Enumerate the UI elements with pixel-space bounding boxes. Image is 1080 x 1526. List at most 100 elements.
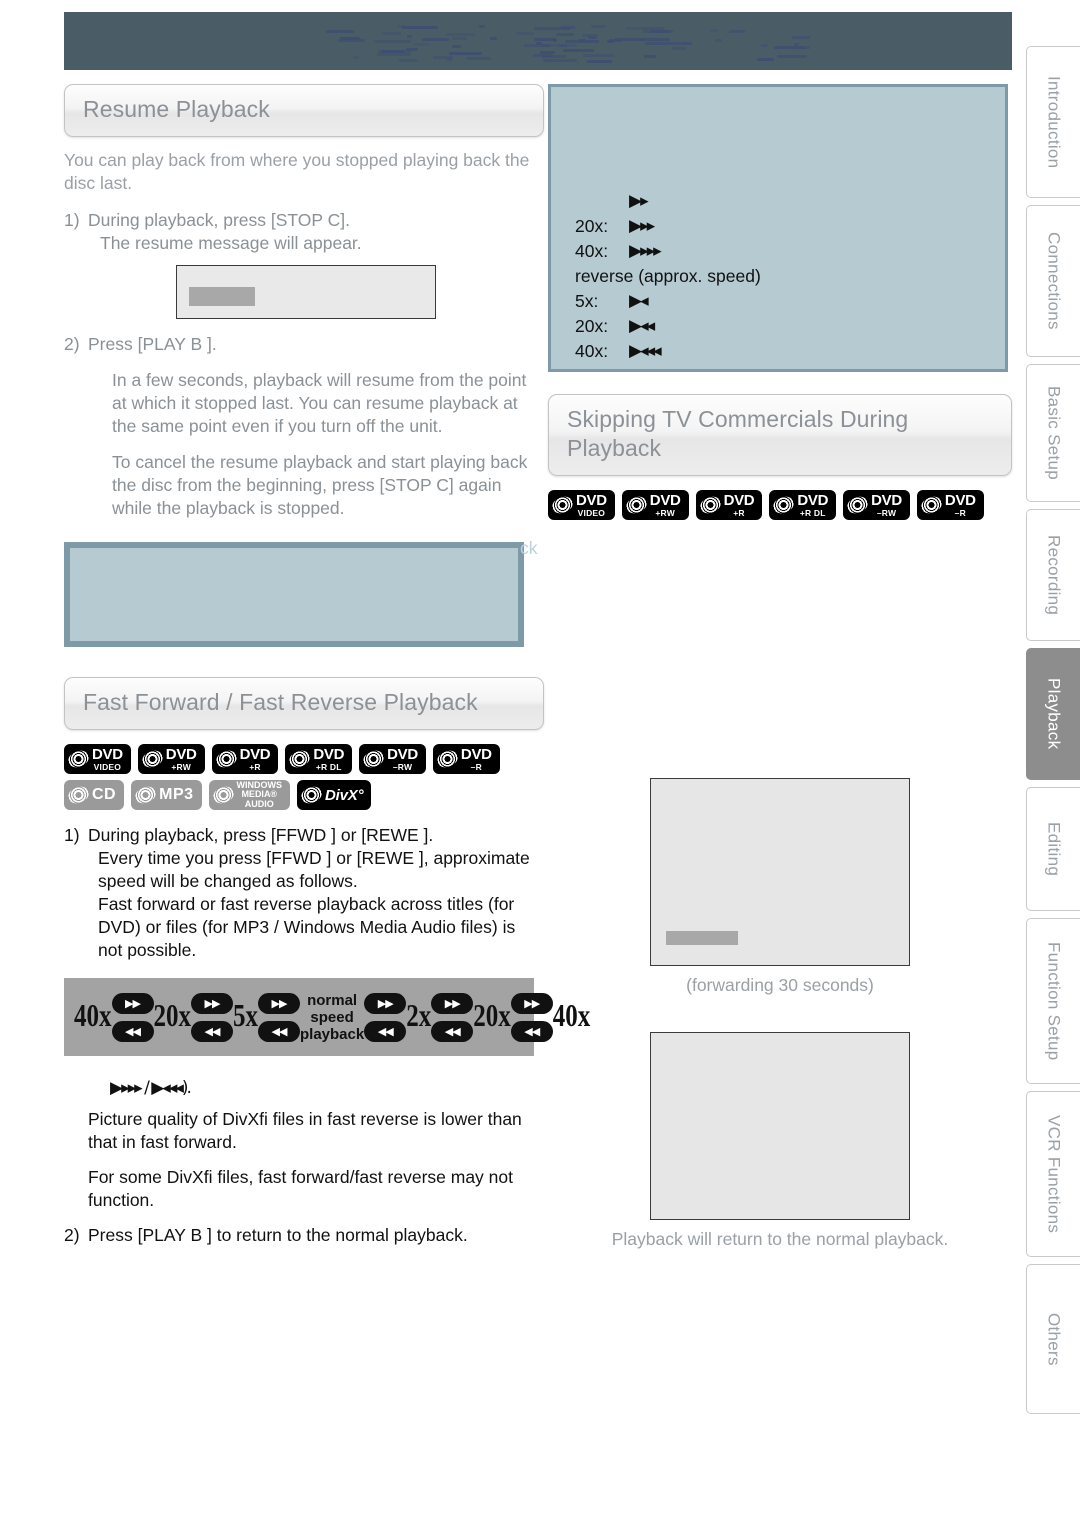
disc-icon — [623, 493, 650, 517]
speed-strip-graphic: 40x ▶▶ ◀◀ 20x ▶▶ ◀◀ 5x ▶▶ ◀◀ normal speed playback ▶… — [64, 978, 590, 1056]
rew-icon: ◀◀ — [510, 1020, 553, 1042]
disc-badge: DVD VIDEO — [64, 744, 131, 774]
chapter-tab-editing[interactable]: Editing — [1026, 787, 1080, 911]
rew-icon: ◀◀ — [111, 1020, 154, 1042]
reverse-speed-rows: 5x: ▶◂ 20x: ▶◂◂ 40x: ▶◂◂◂ — [575, 289, 981, 364]
disc-icon — [210, 783, 236, 807]
fast-note-1: Picture quality of DivXfi files in fast … — [88, 1109, 522, 1152]
playback-speed-icon: ▶▸ — [629, 191, 649, 211]
disc-icon — [918, 493, 945, 517]
resume-step-2-line-1: Press [PLAY B ]. — [88, 334, 217, 354]
resume-step-2-paragraph-1: In a few seconds, playback will resume f… — [112, 370, 527, 436]
ffwd-icon: ▶▶ — [191, 992, 233, 1014]
resume-step-1-line-1: During playback, press [STOP C]. — [88, 210, 350, 230]
section-heading-fast-forward-reverse: Fast Forward / Fast Reverse Playback — [64, 677, 544, 730]
disc-badge: DVD VIDEO — [548, 490, 615, 520]
ffwd-icon: ▶▶ — [510, 992, 553, 1014]
tv-screen-osd-bar — [666, 931, 738, 945]
speed-strip-label: 20x — [153, 999, 192, 1034]
disc-badge: DVD –RW — [359, 744, 426, 774]
chapter-tab-function-setup[interactable]: Function Setup — [1026, 918, 1080, 1084]
resume-step-1: 1) During playback, press [STOP C]. The … — [64, 209, 544, 255]
disc-icon — [697, 493, 723, 517]
rew-icon: ◀◀ — [191, 1020, 233, 1042]
playback-speed-icon: ▶▸▸▸ — [629, 241, 662, 261]
disc-badge-label: DVD +RW — [649, 491, 681, 518]
right-column: ▶▸ 20x: ▶▸▸ 40x: ▶▸▸▸ reverse (approx. speed… — [548, 84, 1012, 1250]
header-title-smudge — [64, 12, 1012, 70]
resume-message-bar — [189, 287, 255, 306]
fast-step-1-number: 1) — [64, 825, 80, 845]
resume-step-2-paragraph-2: To cancel the resume playback and start … — [112, 452, 528, 518]
fast-step-1-line-3: Fast forward or fast reverse playback ac… — [98, 894, 516, 960]
fast-step-1: 1) During playback, press [FFWD ] or [RE… — [64, 824, 544, 962]
disc-badge: DVD –RW — [843, 490, 910, 520]
disc-badge-label: DVD VIDEO — [576, 491, 607, 518]
disc-icon — [434, 747, 461, 771]
reverse-speed-label: reverse (approx. speed) — [575, 266, 761, 286]
fast-step-1-line-1: During playback, press [FFWD ] or [REWE … — [88, 825, 434, 845]
speed-strip-label: 20x — [473, 999, 511, 1034]
disc-badge-label: MP3 — [159, 786, 194, 803]
fast-step-2-line-1: Press [PLAY B ] to return to the normal … — [88, 1225, 468, 1245]
speed-row-label: 20x: — [575, 316, 609, 336]
fast-glyph-line: ▶▸▸▸ / ▶◂◂◂). — [110, 1078, 192, 1098]
ffwd-icon: ▶▶ — [431, 992, 474, 1014]
disc-badge: DVD +R — [695, 490, 763, 520]
fast-playback-media-badges-row-2: CD MP3 WINDOWS MEDIA® AUDIO DivX° — [64, 780, 544, 810]
section-heading-skipping-tv-commercials: Skipping TV Commercials During Playback — [548, 394, 1012, 476]
disc-badge: MP3 — [131, 780, 202, 810]
fast-step-2-number: 2) — [64, 1225, 80, 1245]
chapter-tab-others[interactable]: Others — [1026, 1264, 1080, 1414]
chapter-tab-label: Basic Setup — [1044, 385, 1064, 481]
speed-row-label: 5x: — [575, 291, 599, 311]
disc-badge: DVD +R DL — [769, 490, 837, 520]
speed-row: 40x: ▶◂◂◂ — [575, 339, 981, 364]
disc-badge-label: DVD +R DL — [313, 745, 345, 772]
chapter-tab-basic-setup[interactable]: Basic Setup — [1026, 364, 1080, 502]
rew-icon: ◀◀ — [364, 1020, 407, 1042]
chapter-tabs-sidebar: Introduction Connections Basic Setup Record… — [1026, 46, 1080, 1421]
fast-step-2: 2) Press [PLAY B ] to return to the norm… — [64, 1224, 544, 1247]
left-column: Resume Playback You can play back from w… — [64, 84, 590, 1247]
tv-screen-mockup-normal — [650, 1032, 910, 1220]
disc-icon — [844, 493, 871, 517]
disc-icon — [139, 747, 166, 771]
chapter-tab-label: Others — [1044, 1312, 1064, 1366]
speed-row: 20x: ▶▸▸ — [575, 214, 981, 239]
disc-badge-label: CD — [92, 786, 117, 803]
resume-note-box — [64, 542, 524, 647]
chapter-tab-introduction[interactable]: Introduction — [1026, 46, 1080, 198]
disc-badge-label: DVD –R — [460, 745, 492, 772]
speed-row: 20x: ▶◂◂ — [575, 314, 981, 339]
resume-step-1-number: 1) — [64, 210, 80, 230]
speed-strip-label: 2x — [406, 999, 432, 1034]
fast-notes-block: ▶▸▸▸ / ▶◂◂◂). Picture quality of DivXfi … — [64, 1078, 544, 1212]
disc-badge: CD — [64, 780, 125, 810]
disc-badge: DivX° — [297, 780, 372, 810]
chapter-tab-label: Function Setup — [1044, 941, 1064, 1061]
disc-badge: DVD +R — [211, 744, 279, 774]
disc-badge-label: DVD –R — [944, 491, 976, 518]
speed-button-pair: ▶▶ ◀◀ — [191, 992, 233, 1042]
playback-speed-icon: ▶▸▸ — [629, 216, 655, 236]
fast-step-1-line-2: Every time you press [FFWD ] or [REWE ],… — [98, 848, 530, 891]
speed-strip-normal-label: normal speed playback — [300, 991, 365, 1043]
chapter-tab-connections[interactable]: Connections — [1026, 205, 1080, 357]
speed-row: ▶▸ — [575, 189, 981, 214]
chapter-tab-label: Introduction — [1044, 75, 1064, 169]
tv-screen-mockup-forwarding — [650, 778, 910, 966]
ffwd-icon: ▶▶ — [364, 992, 407, 1014]
chapter-tab-vcr-functions[interactable]: VCR Functions — [1026, 1091, 1080, 1257]
section-heading-label: Skipping TV Commercials During Playback — [567, 406, 909, 461]
chapter-tab-label: Recording — [1044, 534, 1064, 616]
chapter-tab-playback[interactable]: Playback — [1026, 648, 1080, 780]
chapter-tab-recording[interactable]: Recording — [1026, 509, 1080, 641]
forward-speed-rows: ▶▸ 20x: ▶▸▸ 40x: ▶▸▸▸ — [575, 189, 981, 264]
disc-badge-label: DivX° — [325, 786, 364, 804]
speed-button-pair: ▶▶ ◀◀ — [258, 992, 300, 1042]
speed-reference-note-box: ▶▸ 20x: ▶▸▸ 40x: ▶▸▸▸ reverse (approx. speed… — [548, 84, 1008, 372]
disc-badge: DVD +RW — [137, 744, 205, 774]
rew-icon: ◀◀ — [258, 1020, 300, 1042]
disc-icon — [360, 747, 387, 771]
